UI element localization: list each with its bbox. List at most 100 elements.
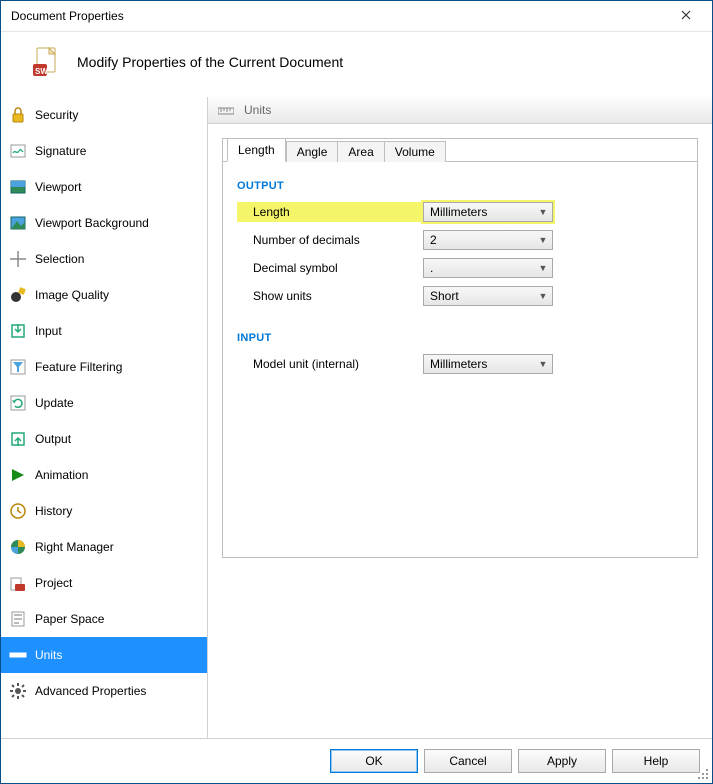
settings-panel: Units Length Angle Area Volume OUTPUT Le…: [208, 97, 712, 738]
sidebar-item-output[interactable]: Output: [1, 421, 207, 457]
update-icon: [9, 394, 27, 412]
sidebar-item-animation[interactable]: Animation: [1, 457, 207, 493]
feature-filter-icon: [9, 358, 27, 376]
field-label: Decimal symbol: [237, 261, 423, 275]
sidebar-item-image-quality[interactable]: Image Quality: [1, 277, 207, 313]
svg-text:SW: SW: [35, 67, 48, 76]
sidebar-item-advanced-properties[interactable]: Advanced Properties: [1, 673, 207, 709]
dialog-subtitle: Modify Properties of the Current Documen…: [77, 54, 343, 70]
sidebar-item-label: Input: [35, 324, 62, 338]
sidebar-item-selection[interactable]: Selection: [1, 241, 207, 277]
sidebar-item-label: Update: [35, 396, 74, 410]
sidebar-item-feature-filtering[interactable]: Feature Filtering: [1, 349, 207, 385]
sidebar-item-label: Animation: [35, 468, 88, 482]
signature-icon: [9, 142, 27, 160]
ok-button[interactable]: OK: [330, 749, 418, 773]
image-quality-icon: [9, 286, 27, 304]
button-label: Apply: [547, 754, 577, 768]
row-model-unit: Model unit (internal) Millimeters ▼: [237, 350, 683, 378]
apply-button[interactable]: Apply: [518, 749, 606, 773]
sidebar-item-units[interactable]: Units: [1, 637, 207, 673]
settings-pane: Length Angle Area Volume OUTPUT Length M…: [222, 138, 698, 558]
resize-grip[interactable]: [698, 769, 710, 781]
panel-body: Length Angle Area Volume OUTPUT Length M…: [208, 124, 712, 738]
sidebar-item-viewport-background[interactable]: Viewport Background: [1, 205, 207, 241]
select-decimal-symbol[interactable]: . ▼: [423, 258, 553, 278]
field-label: Model unit (internal): [237, 357, 423, 371]
tab-angle[interactable]: Angle: [286, 141, 339, 162]
select-show-units[interactable]: Short ▼: [423, 286, 553, 306]
right-manager-icon: [9, 538, 27, 556]
dialog-window: Document Properties SW Modify Properties…: [0, 0, 713, 784]
chevron-down-icon: ▼: [538, 291, 548, 301]
sidebar-item-project[interactable]: Project: [1, 565, 207, 601]
button-label: Help: [644, 754, 669, 768]
sidebar-item-label: Advanced Properties: [35, 684, 146, 698]
output-icon: [9, 430, 27, 448]
animation-icon: [9, 466, 27, 484]
titlebar: Document Properties: [1, 1, 712, 32]
viewport-bg-icon: [9, 214, 27, 232]
sidebar-item-label: Image Quality: [35, 288, 109, 302]
tab-label: Area: [348, 145, 373, 159]
ruler-icon: [218, 105, 234, 115]
sidebar-item-security[interactable]: Security: [1, 97, 207, 133]
tab-area[interactable]: Area: [338, 141, 384, 162]
sidebar-item-label: Project: [35, 576, 72, 590]
sidebar-item-label: Units: [35, 648, 62, 662]
cancel-button[interactable]: Cancel: [424, 749, 512, 773]
history-icon: [9, 502, 27, 520]
help-button[interactable]: Help: [612, 749, 700, 773]
sidebar-item-viewport[interactable]: Viewport: [1, 169, 207, 205]
chevron-down-icon: ▼: [538, 235, 548, 245]
sidebar-item-label: History: [35, 504, 72, 518]
dialog-footer: OK Cancel Apply Help: [1, 738, 712, 783]
sidebar-item-label: Signature: [35, 144, 86, 158]
sidebar-item-label: Output: [35, 432, 71, 446]
select-value: Short: [430, 289, 538, 303]
chevron-down-icon: ▼: [538, 263, 548, 273]
tab-strip: Length Angle Area Volume: [223, 139, 697, 162]
viewport-icon: [9, 178, 27, 196]
sidebar-item-label: Security: [35, 108, 78, 122]
sidebar-item-label: Right Manager: [35, 540, 114, 554]
row-show-units: Show units Short ▼: [237, 282, 683, 310]
panel-title: Units: [244, 103, 271, 117]
sidebar-item-signature[interactable]: Signature: [1, 133, 207, 169]
group-output-label: OUTPUT: [237, 180, 683, 192]
chevron-down-icon: ▼: [538, 207, 548, 217]
sidebar-item-right-manager[interactable]: Right Manager: [1, 529, 207, 565]
select-value: Millimeters: [430, 357, 538, 371]
panel-header: Units: [208, 97, 712, 124]
units-icon: [9, 646, 27, 664]
row-number-of-decimals: Number of decimals 2 ▼: [237, 226, 683, 254]
tab-label: Angle: [297, 145, 328, 159]
project-icon: [9, 574, 27, 592]
window-title: Document Properties: [11, 9, 668, 23]
select-value: Millimeters: [430, 205, 538, 219]
field-label: Length: [237, 202, 423, 222]
paper-space-icon: [9, 610, 27, 628]
chevron-down-icon: ▼: [538, 359, 548, 369]
select-output-length[interactable]: Millimeters ▼: [423, 202, 553, 222]
row-output-length: Length Millimeters ▼: [237, 198, 683, 226]
select-model-unit[interactable]: Millimeters ▼: [423, 354, 553, 374]
sidebar-item-label: Feature Filtering: [35, 360, 122, 374]
document-icon: SW: [31, 46, 63, 78]
input-icon: [9, 322, 27, 340]
tab-length[interactable]: Length: [227, 138, 286, 162]
close-button[interactable]: [668, 2, 704, 30]
sidebar-item-paper-space[interactable]: Paper Space: [1, 601, 207, 637]
button-label: OK: [365, 754, 382, 768]
sidebar-item-update[interactable]: Update: [1, 385, 207, 421]
select-number-of-decimals[interactable]: 2 ▼: [423, 230, 553, 250]
dialog-header: SW Modify Properties of the Current Docu…: [1, 32, 712, 96]
sidebar-item-history[interactable]: History: [1, 493, 207, 529]
field-label: Number of decimals: [237, 233, 423, 247]
button-label: Cancel: [449, 754, 486, 768]
tab-volume[interactable]: Volume: [385, 141, 446, 162]
sidebar-item-input[interactable]: Input: [1, 313, 207, 349]
close-icon: [681, 9, 691, 23]
lock-icon: [9, 106, 27, 124]
group-input-label: INPUT: [237, 332, 683, 344]
